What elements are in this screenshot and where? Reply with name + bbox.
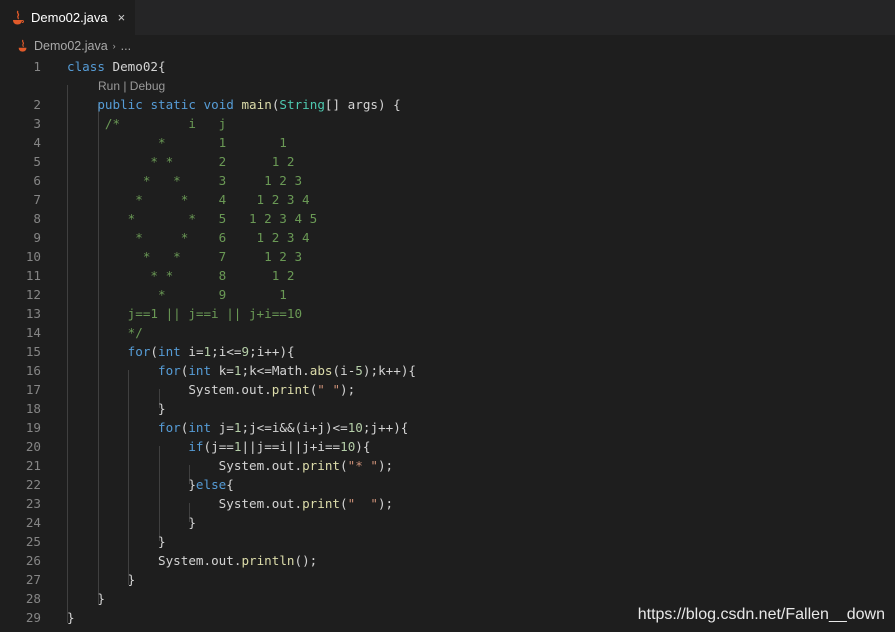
line-number: 6 <box>33 173 41 188</box>
line-number: 23 <box>25 496 41 511</box>
code-line[interactable]: 14 */ <box>0 323 895 342</box>
line-number: 8 <box>33 211 41 226</box>
watermark: https://blog.csdn.net/Fallen__down <box>637 606 885 623</box>
code-text: for(int i=1;i<=9;i++){ <box>127 344 295 359</box>
code-text: for(int j=1;j<=i&&(i+j)<=10;j++){ <box>158 420 409 435</box>
line-number: 10 <box>25 249 41 264</box>
tab-label: Demo02.java <box>31 10 108 25</box>
chevron-right-icon: › <box>112 41 116 51</box>
code-line[interactable]: 2 public static void main(String[] args)… <box>0 95 895 114</box>
breadcrumb: Demo02.java › ... <box>0 36 895 56</box>
code-text: j==1 || j==i || j+i==10 <box>67 306 303 321</box>
code-text: * * 4 1 2 3 4 <box>67 192 310 207</box>
code-line[interactable]: 9 * * 6 1 2 3 4 <box>0 228 895 247</box>
breadcrumb-more[interactable]: ... <box>121 39 131 53</box>
code-editor[interactable]: Run | Debug 1 class Demo02{ 2 public stati… <box>0 57 895 632</box>
code-text: class Demo02{ <box>67 59 166 74</box>
line-number: 3 <box>33 116 41 131</box>
line-number: 17 <box>25 382 41 397</box>
line-number: 9 <box>33 230 41 245</box>
code-text: * 1 1 <box>67 135 287 150</box>
code-line[interactable]: 21 System.out.print("* "); <box>0 456 895 475</box>
code-line[interactable]: 19 for(int j=1;j<=i&&(i+j)<=10;j++){ <box>0 418 895 437</box>
line-number: 26 <box>25 553 41 568</box>
line-number: 1 <box>33 59 41 74</box>
code-line[interactable]: 26 System.out.println(); <box>0 551 895 570</box>
line-number: 27 <box>25 572 41 587</box>
code-text: }else{ <box>67 477 234 492</box>
code-line[interactable]: 16 for(int k=1;k<=Math.abs(i-5);k++){ <box>0 361 895 380</box>
code-text: } <box>67 401 166 416</box>
codelens-run-debug[interactable]: Run | Debug <box>98 79 165 93</box>
code-line[interactable]: 20 if(j==1||j==i||j+i==10){ <box>0 437 895 456</box>
java-icon <box>13 10 24 24</box>
code-text: if(j==1||j==i||j+i==10){ <box>188 439 371 454</box>
code-line[interactable]: 23 System.out.print(" "); <box>0 494 895 513</box>
code-line[interactable]: 7 * * 4 1 2 3 4 <box>0 190 895 209</box>
line-number: 20 <box>25 439 41 454</box>
code-text: System.out.print(" "); <box>188 382 356 397</box>
code-text: * * 7 1 2 3 <box>67 249 303 264</box>
code-text: * * 3 1 2 3 <box>67 173 303 188</box>
code-text: } <box>67 534 166 549</box>
line-number: 13 <box>25 306 41 321</box>
code-text: * * 6 1 2 3 4 <box>67 230 310 245</box>
line-number: 28 <box>25 591 41 606</box>
line-number: 22 <box>25 477 41 492</box>
close-icon[interactable]: × <box>118 10 126 25</box>
code-text: * * 2 1 2 <box>67 154 295 169</box>
code-line[interactable]: 27 } <box>0 570 895 589</box>
line-number: 7 <box>33 192 41 207</box>
line-number: 25 <box>25 534 41 549</box>
code-line[interactable]: 1 class Demo02{ <box>0 57 895 76</box>
code-line[interactable]: 15 for(int i=1;i<=9;i++){ <box>0 342 895 361</box>
code-text: */ <box>67 325 143 340</box>
code-line[interactable]: 11 * * 8 1 2 <box>0 266 895 285</box>
java-icon <box>18 39 27 52</box>
code-line[interactable]: 6 * * 3 1 2 3 <box>0 171 895 190</box>
line-number: 12 <box>25 287 41 302</box>
tab-demo02-java[interactable]: Demo02.java × <box>0 0 135 35</box>
code-line[interactable]: 5 * * 2 1 2 <box>0 152 895 171</box>
code-line[interactable]: 3 /* i j <box>0 114 895 133</box>
code-text: * * 5 1 2 3 4 5 <box>67 211 318 226</box>
line-number: 19 <box>25 420 41 435</box>
code-text: System.out.println(); <box>158 553 318 568</box>
code-line[interactable]: 25 } <box>0 532 895 551</box>
breadcrumb-file[interactable]: Demo02.java <box>34 39 108 53</box>
line-number: 14 <box>25 325 41 340</box>
line-number: 16 <box>25 363 41 378</box>
line-number: 5 <box>33 154 41 169</box>
code-line[interactable]: 10 * * 7 1 2 3 <box>0 247 895 266</box>
code-text: System.out.print(" "); <box>218 496 394 511</box>
code-text: for(int k=1;k<=Math.abs(i-5);k++){ <box>158 363 416 378</box>
code-text: } <box>67 591 105 606</box>
code-text: System.out.print("* "); <box>218 458 394 473</box>
code-line[interactable]: 8 * * 5 1 2 3 4 5 <box>0 209 895 228</box>
code-text: } <box>67 572 136 587</box>
line-number: 24 <box>25 515 41 530</box>
code-line[interactable]: 18 } <box>0 399 895 418</box>
line-number: 15 <box>25 344 41 359</box>
line-number: 21 <box>25 458 41 473</box>
code-text: public static void main(String[] args) { <box>97 97 401 112</box>
code-line[interactable]: 13 j==1 || j==i || j+i==10 <box>0 304 895 323</box>
line-number: 29 <box>25 610 41 625</box>
line-number: 2 <box>33 97 41 112</box>
code-text: } <box>67 610 75 625</box>
code-line[interactable]: 22 }else{ <box>0 475 895 494</box>
code-text: * 9 1 <box>67 287 287 302</box>
code-line[interactable]: 12 * 9 1 <box>0 285 895 304</box>
code-line[interactable]: 17 System.out.print(" "); <box>0 380 895 399</box>
code-line[interactable]: 4 * 1 1 <box>0 133 895 152</box>
line-number: 11 <box>25 268 41 283</box>
code-text: /* i j <box>67 116 227 131</box>
code-line[interactable]: 24 } <box>0 513 895 532</box>
code-text: * * 8 1 2 <box>67 268 295 283</box>
line-number: 4 <box>33 135 41 150</box>
code-text: } <box>67 515 196 530</box>
tab-bar: Demo02.java × <box>0 0 895 36</box>
line-number: 18 <box>25 401 41 416</box>
